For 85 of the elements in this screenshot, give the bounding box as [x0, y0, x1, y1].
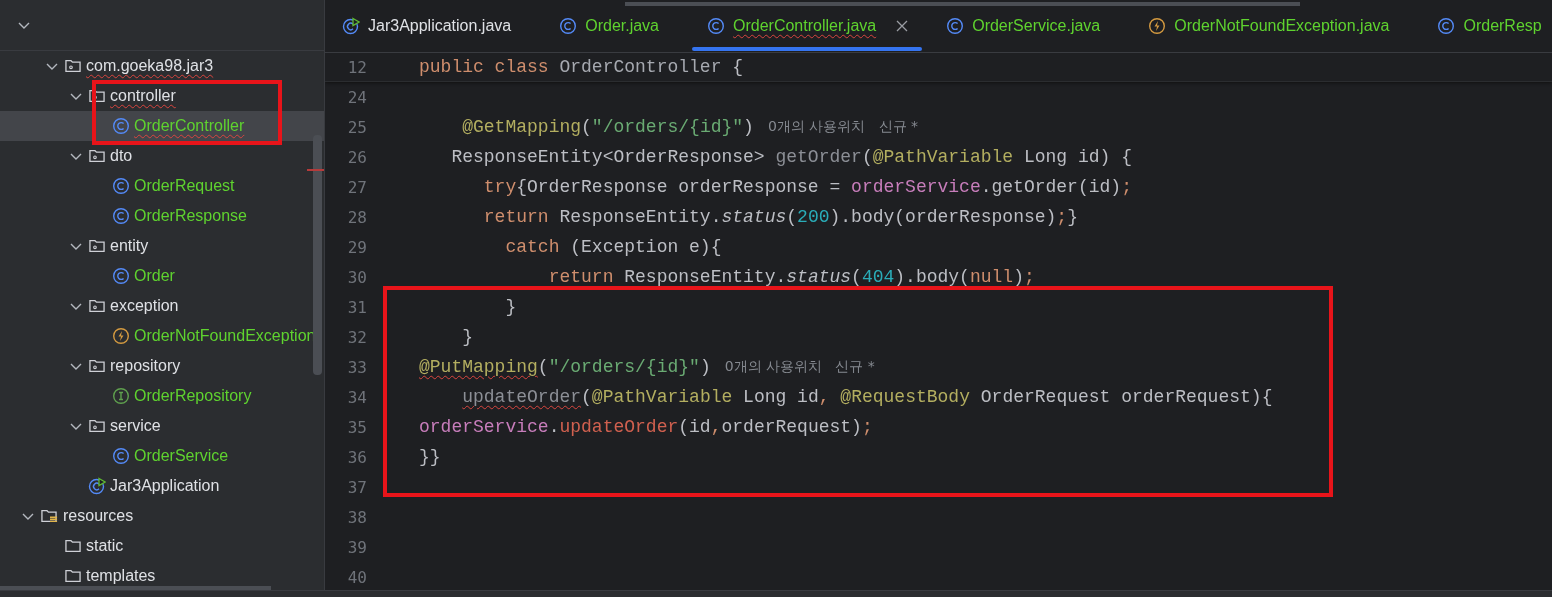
class-run-icon — [88, 477, 106, 495]
line-number: 31 — [346, 297, 368, 317]
folder-icon — [89, 420, 105, 432]
editor-tab[interactable]: OrderService.java — [946, 0, 1125, 52]
tree-item[interactable]: OrderService — [0, 441, 324, 471]
line-number: 40 — [346, 567, 368, 587]
folder-icon — [65, 540, 81, 552]
code-line: try{OrderResponse orderResponse = orderService.getOrder(id); — [482, 177, 1132, 197]
tree-item[interactable]: Order — [0, 261, 324, 291]
line-number: 33 — [346, 357, 368, 377]
tree-item[interactable]: Jar3Application — [0, 471, 324, 501]
tree-item[interactable]: static — [0, 531, 324, 561]
code-line: @GetMapping("/orders/{id}") — [461, 117, 754, 137]
editor-tab[interactable]: OrderNotFoundException.java — [1148, 0, 1414, 52]
interface-icon — [112, 387, 130, 405]
tree-item[interactable]: OrderNotFoundException — [0, 321, 324, 351]
class-icon — [112, 117, 130, 135]
code-line: @PutMapping("/orders/{id}") — [419, 357, 711, 377]
line-number: 32 — [346, 327, 368, 347]
code-line: ResponseEntity<OrderResponse> getOrder(@PathVariable Long id) { — [450, 147, 1132, 167]
folder-icon — [65, 60, 81, 72]
line-number: 27 — [346, 177, 368, 197]
code-line: catch (Exception e){ — [504, 237, 722, 257]
tree-item[interactable]: exception — [0, 291, 324, 321]
scrollbar[interactable] — [313, 135, 322, 375]
tree-item[interactable]: OrderRequest — [0, 171, 324, 201]
code-line: return ResponseEntity.status(404).body(null); — [547, 267, 1035, 287]
editor-tab[interactable]: OrderResp — [1437, 0, 1552, 52]
line-number: 26 — [346, 147, 368, 167]
tree-item[interactable]: resources — [0, 501, 324, 531]
usage-hint[interactable]: 0개의 사용위치 신규 * — [767, 118, 919, 136]
tree-item[interactable]: com.goeka98.jar3 — [0, 51, 324, 81]
tree-item[interactable]: service — [0, 411, 324, 441]
folder-icon — [89, 150, 105, 162]
code-line: }} — [419, 447, 441, 467]
class-icon — [1437, 17, 1456, 35]
class-icon — [112, 177, 130, 195]
tree-item[interactable]: OrderResponse — [0, 201, 324, 231]
line-number: 38 — [346, 507, 368, 527]
folder-icon — [89, 360, 105, 372]
code-line: return ResponseEntity.status(200).body(orderResponse);} — [482, 207, 1078, 227]
code-line: updateOrder(@PathVariable Long id, @RequestBody OrderRequest orderRequest){ — [461, 387, 1273, 407]
folder-icon — [89, 240, 105, 252]
scrollbar[interactable] — [0, 586, 271, 590]
class-run-icon — [342, 17, 360, 35]
close-icon[interactable] — [896, 20, 909, 32]
usage-hint[interactable]: 0개의 사용위치 신규 * — [724, 358, 875, 376]
tree-item[interactable]: controller — [0, 81, 324, 111]
folder-icon — [89, 300, 105, 312]
line-number: 39 — [346, 537, 368, 557]
class-icon — [112, 267, 130, 285]
editor-tab[interactable]: Order.java — [559, 0, 683, 52]
line-number: 35 — [346, 417, 368, 437]
resources-folder-icon — [41, 510, 58, 522]
lightning-icon — [112, 327, 130, 345]
tree-item[interactable]: entity — [0, 231, 324, 261]
code-line: } — [504, 297, 517, 317]
tree-item[interactable]: OrderRepository — [0, 381, 324, 411]
line-number: 36 — [346, 447, 368, 467]
code-line: } — [461, 327, 474, 347]
line-number: 24 — [346, 87, 368, 107]
class-icon — [559, 17, 578, 35]
line-number: 12 — [346, 57, 368, 77]
scrollbar[interactable] — [625, 2, 1300, 6]
tree-item[interactable]: OrderController — [0, 111, 324, 141]
line-number: 25 — [346, 117, 368, 137]
tree-item[interactable]: dto — [0, 141, 324, 171]
line-number: 37 — [346, 477, 368, 497]
error-marker — [307, 169, 324, 171]
line-number: 28 — [346, 207, 368, 227]
editor-tab[interactable]: Jar3Application.java — [342, 0, 536, 52]
class-icon — [112, 207, 130, 225]
code-line: public class OrderController { — [419, 57, 744, 77]
line-number: 34 — [346, 387, 368, 407]
class-icon — [946, 17, 965, 35]
line-number: 29 — [346, 237, 368, 257]
lightning-icon — [1148, 17, 1167, 35]
class-icon — [707, 17, 725, 35]
code-line: orderService.updateOrder(id,orderRequest); — [419, 417, 873, 437]
class-icon — [112, 447, 130, 465]
tree-item[interactable]: templates — [0, 561, 324, 590]
folder-icon — [89, 90, 105, 102]
tree-item[interactable]: repository — [0, 351, 324, 381]
line-number: 30 — [346, 267, 368, 287]
folder-icon — [65, 570, 81, 582]
